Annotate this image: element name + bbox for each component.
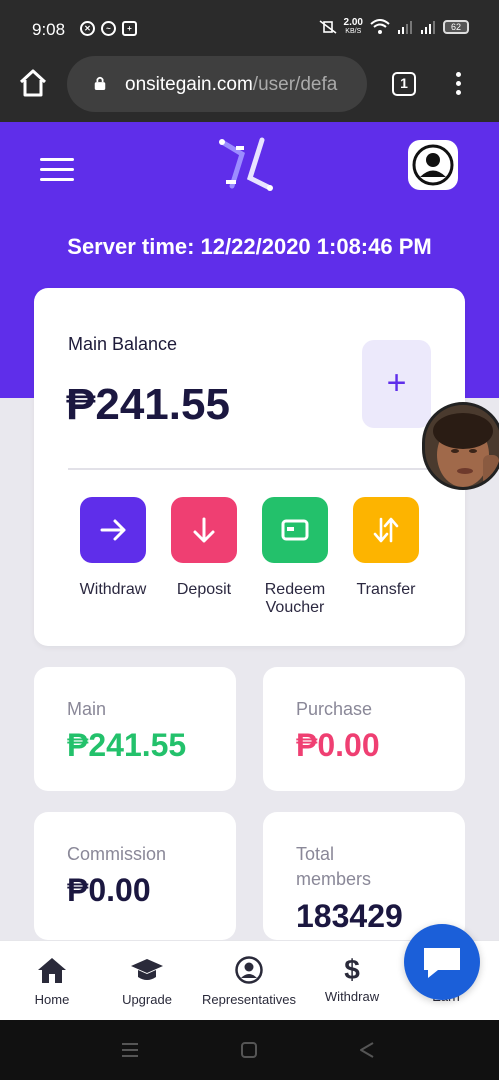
browser-home-icon[interactable]: [18, 68, 48, 98]
redeem-voucher-action[interactable]: Redeem Voucher: [245, 497, 345, 617]
nav-upgrade[interactable]: Upgrade: [112, 955, 182, 1007]
app-logo: [219, 137, 273, 191]
signal-icon: [398, 21, 412, 34]
main-balance-card: Main Balance ₱241.55 + Withdraw Deposit …: [34, 288, 465, 646]
speed-unit: KB/S: [345, 28, 362, 35]
lock-icon: [94, 76, 106, 90]
commission-stat-value: ₱0.00: [67, 872, 151, 908]
tab-switcher-button[interactable]: 1: [392, 72, 416, 96]
card-icon: [281, 519, 309, 541]
deposit-action[interactable]: Deposit: [154, 497, 254, 599]
chat-icon: [424, 948, 460, 978]
user-avatar-icon: [412, 144, 454, 186]
menu-icon[interactable]: [40, 158, 74, 182]
divider: [68, 468, 431, 470]
deposit-button[interactable]: [171, 497, 237, 563]
graduation-cap-icon: [131, 959, 163, 980]
url-text: onsitegain.com/user/defa: [125, 74, 361, 96]
dollar-icon: $: [344, 954, 360, 985]
total-members-value: 183429: [296, 898, 403, 934]
arrow-down-icon: [193, 517, 215, 543]
transfer-label: Transfer: [356, 581, 416, 598]
server-time: Server time: 12/22/2020 1:08:46 PM: [67, 234, 432, 259]
main-stat-value: ₱241.55: [67, 727, 187, 763]
nav-upgrade-label: Upgrade: [122, 992, 172, 1007]
withdraw-button[interactable]: [80, 497, 146, 563]
video-call-bubble[interactable]: [422, 402, 499, 490]
vibrate-off-icon: [319, 20, 337, 34]
profile-avatar-button[interactable]: [408, 140, 458, 190]
status-bar: 9:08 ✕ ~ + 2.00 KB/S 62: [0, 0, 499, 50]
nav-home[interactable]: Home: [24, 955, 80, 1007]
back-icon[interactable]: [358, 1041, 376, 1059]
purchase-stat-label: Purchase: [296, 699, 373, 719]
network-speed: 2.00 KB/S: [344, 18, 363, 36]
app-notification-icon: ✕: [80, 21, 95, 36]
nav-withdraw[interactable]: $ Withdraw: [318, 954, 386, 1005]
caller-face-image: [425, 405, 499, 487]
purchase-stat-card: Purchase ₱0.00: [263, 667, 465, 791]
battery-icon: 62: [443, 20, 469, 34]
nav-withdraw-label: Withdraw: [324, 989, 380, 1004]
status-right: 2.00 KB/S 62: [319, 18, 469, 36]
url-path: /user/defa: [252, 74, 338, 95]
withdraw-action[interactable]: Withdraw: [63, 497, 163, 599]
main-stat-label: Main: [67, 699, 107, 719]
home-icon: [38, 958, 66, 983]
messenger-icon: ~: [101, 21, 116, 36]
user-circle-icon: [235, 956, 263, 984]
system-nav-bar: [0, 1020, 499, 1080]
nav-home-label: Home: [34, 992, 70, 1007]
main-balance-value: ₱241.55: [66, 380, 230, 429]
redeem-voucher-label: Redeem Voucher: [264, 581, 326, 616]
signal-icon-2: [421, 21, 435, 34]
arrow-right-icon: [100, 519, 126, 541]
total-members-stat-card: Total members 183429: [263, 812, 465, 940]
browser-menu-icon[interactable]: [456, 72, 462, 98]
transfer-button[interactable]: [353, 497, 419, 563]
nav-representatives[interactable]: Representatives: [196, 955, 302, 1007]
transfer-action[interactable]: Transfer: [336, 497, 436, 599]
browser-toolbar: onsitegain.com/user/defa 1: [0, 50, 499, 122]
commission-stat-label: Commission: [67, 844, 167, 864]
commission-stat-card: Commission ₱0.00: [34, 812, 236, 940]
purchase-stat-value: ₱0.00: [296, 727, 380, 763]
main-stat-card: Main ₱241.55: [34, 667, 236, 791]
url-host: onsitegain.com: [125, 74, 253, 95]
status-time: 9:08: [32, 20, 66, 39]
home-nav-icon[interactable]: [240, 1041, 258, 1059]
recent-apps-icon[interactable]: [120, 1042, 140, 1058]
add-funds-button[interactable]: +: [362, 340, 431, 428]
chat-fab-button[interactable]: [404, 924, 480, 1000]
redeem-voucher-button[interactable]: [262, 497, 328, 563]
deposit-label: Deposit: [176, 581, 232, 598]
speed-value: 2.00: [343, 17, 363, 28]
nav-representatives-label: Representatives: [202, 992, 296, 1007]
total-members-label: Total members: [296, 844, 372, 889]
withdraw-label: Withdraw: [79, 581, 147, 598]
notification-icons: ✕ ~ +: [80, 21, 137, 36]
wifi-icon: [370, 19, 390, 34]
app-badge-icon: +: [122, 21, 137, 36]
address-bar[interactable]: onsitegain.com/user/defa: [67, 56, 367, 112]
main-balance-label: Main Balance: [68, 334, 178, 354]
transfer-arrows-icon: [373, 517, 399, 543]
